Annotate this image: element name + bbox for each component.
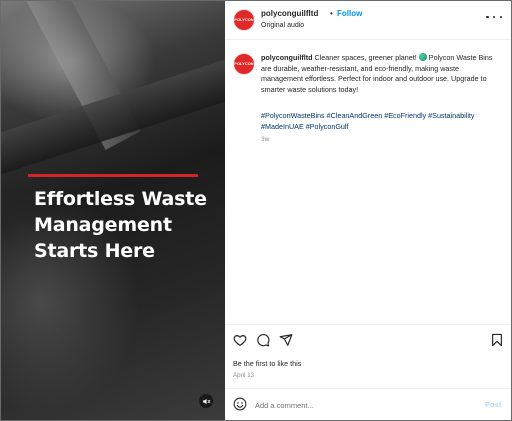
- headline-line-2: Management: [34, 214, 172, 236]
- accent-line: [28, 174, 198, 177]
- avatar[interactable]: POLYCON: [233, 9, 255, 31]
- post-date[interactable]: April 13: [233, 372, 254, 379]
- comment-icon[interactable]: [256, 333, 270, 347]
- hashtag-link[interactable]: #PolyconGulf: [306, 122, 349, 131]
- avatar[interactable]: POLYCON: [233, 53, 255, 75]
- avatar-logo-text: POLYCON: [234, 61, 254, 66]
- audio-link[interactable]: Original audio: [261, 22, 304, 29]
- hashtag-link[interactable]: #Sustainability: [428, 111, 474, 120]
- caption-username-link[interactable]: polyconguilfltd: [261, 53, 313, 62]
- comment-bar: Post: [225, 389, 511, 420]
- username-link[interactable]: polyconguilfltd: [261, 9, 318, 18]
- divider: [225, 39, 511, 40]
- mute-button[interactable]: [199, 394, 213, 408]
- post-header: POLYCON polyconguilfltd • Follow Origina…: [225, 1, 511, 37]
- more-options-icon[interactable]: [486, 11, 502, 23]
- speaker-muted-icon: [202, 398, 210, 404]
- post-comment-button[interactable]: Post: [485, 400, 501, 409]
- globe-emoji-icon: [418, 53, 427, 61]
- background-graphic: [1, 55, 225, 177]
- follow-button[interactable]: Follow: [337, 9, 362, 18]
- post-media[interactable]: Effortless Waste Management Starts Here: [1, 1, 225, 420]
- media-headline: Effortless Waste Management Starts Here: [34, 186, 224, 264]
- post-dialog: Effortless Waste Management Starts Here …: [0, 0, 512, 421]
- headline-line-3: Starts Here: [34, 240, 155, 262]
- separator-dot: •: [330, 9, 333, 18]
- caption-body-part-1: Cleaner spaces, greener planet!: [312, 53, 419, 62]
- hashtag-link[interactable]: #MadeInUAE: [261, 122, 304, 131]
- caption-text: polyconguilfltd Cleaner spaces, greener …: [261, 53, 501, 95]
- share-icon[interactable]: [279, 333, 293, 347]
- headline-line-1: Effortless Waste: [34, 188, 207, 210]
- post-age[interactable]: 3w: [261, 136, 269, 143]
- hashtag-link[interactable]: #EcoFriendly: [384, 111, 426, 120]
- avatar-logo-text: POLYCON: [234, 17, 254, 22]
- heart-icon[interactable]: [233, 333, 247, 347]
- hashtags: #PolyconWasteBins #CleanAndGreen #EcoFri…: [261, 111, 501, 132]
- action-bar: [225, 331, 511, 351]
- emoji-icon[interactable]: [233, 397, 247, 411]
- divider: [225, 324, 511, 325]
- bookmark-icon[interactable]: [490, 333, 504, 347]
- post-details-panel: POLYCON polyconguilfltd • Follow Origina…: [225, 1, 511, 420]
- comment-input[interactable]: [255, 398, 475, 412]
- hashtag-link[interactable]: #PolyconWasteBins: [261, 111, 325, 120]
- hashtag-link[interactable]: #CleanAndGreen: [327, 111, 383, 120]
- likes-text: Be the first to like this: [233, 359, 302, 368]
